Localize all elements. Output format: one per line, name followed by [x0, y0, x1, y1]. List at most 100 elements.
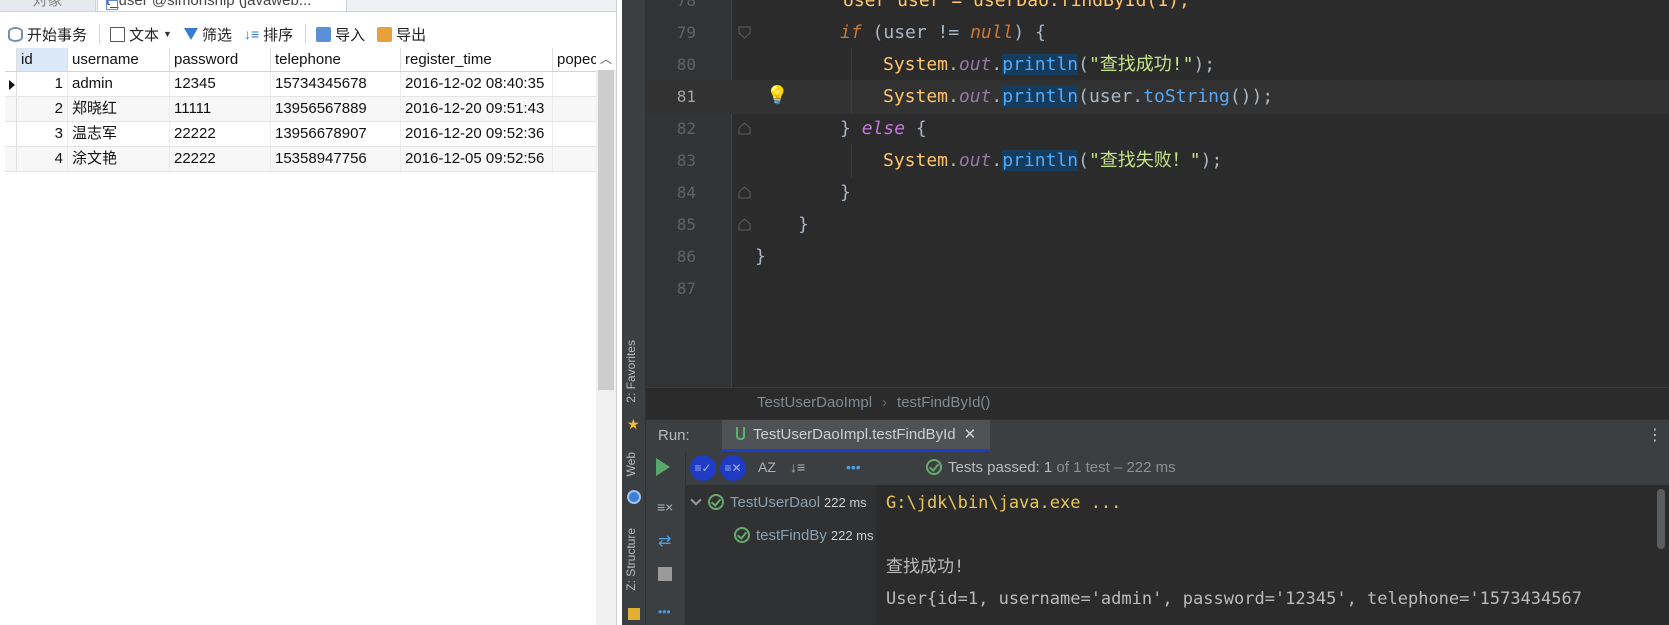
lightbulb-icon[interactable]: 💡	[766, 86, 788, 106]
more-icon[interactable]: •••	[658, 605, 671, 619]
cell-password[interactable]: 11111	[170, 97, 271, 121]
table-row[interactable]: 4 涂文艳 22222 15358947756 2016-12-05 09:52…	[5, 147, 616, 172]
fold-marker-icon[interactable]	[738, 26, 751, 39]
close-icon[interactable]: ✕	[964, 426, 977, 443]
code-line[interactable]: 79 if (user != null) {	[646, 16, 1669, 50]
structure-tool-tab[interactable]: Z: Structure	[624, 528, 638, 591]
line-number: 81	[676, 87, 696, 106]
fold-marker-icon[interactable]	[738, 122, 751, 135]
call-end: );	[1193, 54, 1216, 75]
cell-telephone[interactable]: 15734345678	[271, 72, 401, 96]
vertical-scrollbar[interactable]	[596, 70, 616, 625]
column-header-username[interactable]: username	[68, 48, 170, 71]
breadcrumb-method[interactable]: testFindById()	[897, 394, 990, 411]
web-tool-tab[interactable]: Web	[624, 452, 638, 476]
tab-objects[interactable]: 对象	[0, 0, 96, 11]
if-condition: (user !=	[861, 22, 971, 43]
cell-password[interactable]: 22222	[170, 147, 271, 171]
cell-register-time[interactable]: 2016-12-05 09:52:56	[401, 147, 553, 171]
sort-icon: ↓≡	[243, 25, 260, 42]
column-header-password[interactable]: password	[170, 48, 271, 71]
cell-telephone[interactable]: 13956567889	[271, 97, 401, 121]
cell-popedom[interactable]	[553, 97, 601, 121]
cell-password[interactable]: 22222	[170, 122, 271, 146]
cell-username[interactable]: 郑晓红	[68, 97, 170, 121]
cell-id[interactable]: 1	[17, 72, 68, 96]
document-icon	[110, 26, 126, 42]
code-line[interactable]: 84 }	[646, 176, 1669, 210]
chevron-down-icon[interactable]	[690, 494, 702, 506]
passed-check-icon	[734, 527, 750, 543]
column-header-telephone[interactable]: telephone	[271, 48, 401, 71]
cell-password[interactable]: 12345	[170, 72, 271, 96]
keyword-if: if	[840, 22, 862, 43]
cell-telephone[interactable]: 13956678907	[271, 122, 401, 146]
sort-duration-icon[interactable]: ↓≡	[790, 459, 805, 475]
cell-register-time[interactable]: 2016-12-20 09:51:43	[401, 97, 553, 121]
console-output[interactable]: G:\jdk\bin\java.exe ... 查找成功! User{id=1,…	[876, 485, 1669, 625]
code-line[interactable]: 85 }	[646, 208, 1669, 242]
cell-telephone[interactable]: 15358947756	[271, 147, 401, 171]
more-options-icon[interactable]: ⋮	[1647, 420, 1663, 452]
code-line[interactable]: 87	[646, 272, 1669, 306]
cell-id[interactable]: 4	[17, 147, 68, 171]
stop-icon[interactable]	[658, 567, 672, 581]
test-tree-item[interactable]: testFindBy 222 ms	[734, 521, 874, 551]
cell-register-time[interactable]: 2016-12-20 09:52:36	[401, 122, 553, 146]
export-button[interactable]: 导出	[377, 24, 426, 45]
cell-username[interactable]: admin	[68, 72, 170, 96]
show-ignored-icon[interactable]: ≡✕	[720, 455, 746, 481]
code-line[interactable]: 83 System.out.println("查找失败！");	[646, 144, 1669, 178]
code-line-current[interactable]: 81 💡 System.out.println(user.toString())…	[646, 80, 1669, 114]
test-tree: TestUserDaol 222 ms testFindBy 222 ms	[686, 485, 876, 625]
cell-username[interactable]: 涂文艳	[68, 147, 170, 171]
tab-table[interactable]: t_user @simonship (javaweb...	[97, 0, 347, 11]
column-header-popedom[interactable]: popec	[553, 48, 601, 71]
more-actions-icon[interactable]: •••	[846, 459, 861, 475]
fold-marker-icon[interactable]	[738, 186, 751, 199]
console-scrollbar[interactable]	[1657, 489, 1665, 549]
cell-username[interactable]: 温志军	[68, 122, 170, 146]
cell-popedom[interactable]	[553, 72, 601, 96]
cell-id[interactable]: 2	[17, 97, 68, 121]
arg-user: user	[1088, 86, 1133, 107]
cell-id[interactable]: 3	[17, 122, 68, 146]
cell-popedom[interactable]	[553, 122, 601, 146]
tab-objects-label: 对象	[32, 0, 63, 9]
fold-marker-icon[interactable]	[738, 218, 751, 231]
swap-icon[interactable]: ⇄	[658, 531, 671, 551]
scroll-up-arrow-icon[interactable]: ︿	[596, 48, 616, 70]
test-flask-icon	[736, 427, 745, 440]
run-toolbar: ≡✓ ≡✕ AZ ↓≡ ••• Tests passed: 1 of 1 tes…	[686, 451, 1669, 485]
scrollbar-thumb[interactable]	[598, 70, 614, 390]
breadcrumb-class[interactable]: TestUserDaoImpl	[757, 394, 872, 411]
column-header-register-time[interactable]: register_time	[401, 48, 553, 71]
favorites-tool-tab[interactable]: 2: Favorites	[624, 340, 638, 403]
sort-alpha-icon[interactable]: AZ	[758, 459, 776, 475]
test-tree-item[interactable]: TestUserDaol 222 ms	[686, 488, 876, 518]
run-config-tab[interactable]: TestUserDaoImpl.testFindById ✕	[722, 420, 991, 452]
run-config-tab-label: TestUserDaoImpl.testFindById	[753, 426, 956, 443]
import-label: 导入	[335, 26, 366, 44]
code-line[interactable]: 82 } else {	[646, 112, 1669, 146]
data-grid: id username password telephone register_…	[5, 48, 616, 172]
column-header-id[interactable]: id	[17, 48, 68, 71]
rerun-icon[interactable]	[656, 458, 670, 476]
import-button[interactable]: 导入	[316, 24, 365, 45]
clear-filter-icon[interactable]: ≡×	[657, 499, 673, 515]
code-editor[interactable]: 78 User user = userDao.findById(1); 79 i…	[646, 0, 1669, 387]
cell-popedom[interactable]	[553, 147, 601, 171]
text-button[interactable]: 文本 ▼	[110, 24, 172, 45]
code-line[interactable]: 80 System.out.println("查找成功!");	[646, 48, 1669, 82]
table-row[interactable]: 3 温志军 22222 13956678907 2016-12-20 09:52…	[5, 122, 616, 147]
code-line[interactable]: 86 }	[646, 240, 1669, 274]
table-row[interactable]: 1 admin 12345 15734345678 2016-12-02 08:…	[5, 72, 616, 97]
cell-register-time[interactable]: 2016-12-02 08:40:35	[401, 72, 553, 96]
sort-button[interactable]: ↓≡ 排序	[244, 24, 293, 45]
table-row[interactable]: 2 郑晓红 11111 13956567889 2016-12-20 09:51…	[5, 97, 616, 122]
show-passed-icon[interactable]: ≡✓	[690, 455, 716, 481]
dot: .	[948, 150, 959, 171]
begin-transaction-button[interactable]: 开始事务	[8, 24, 87, 45]
filter-button[interactable]: 筛选	[183, 24, 232, 45]
sort-label: 排序	[263, 26, 294, 44]
